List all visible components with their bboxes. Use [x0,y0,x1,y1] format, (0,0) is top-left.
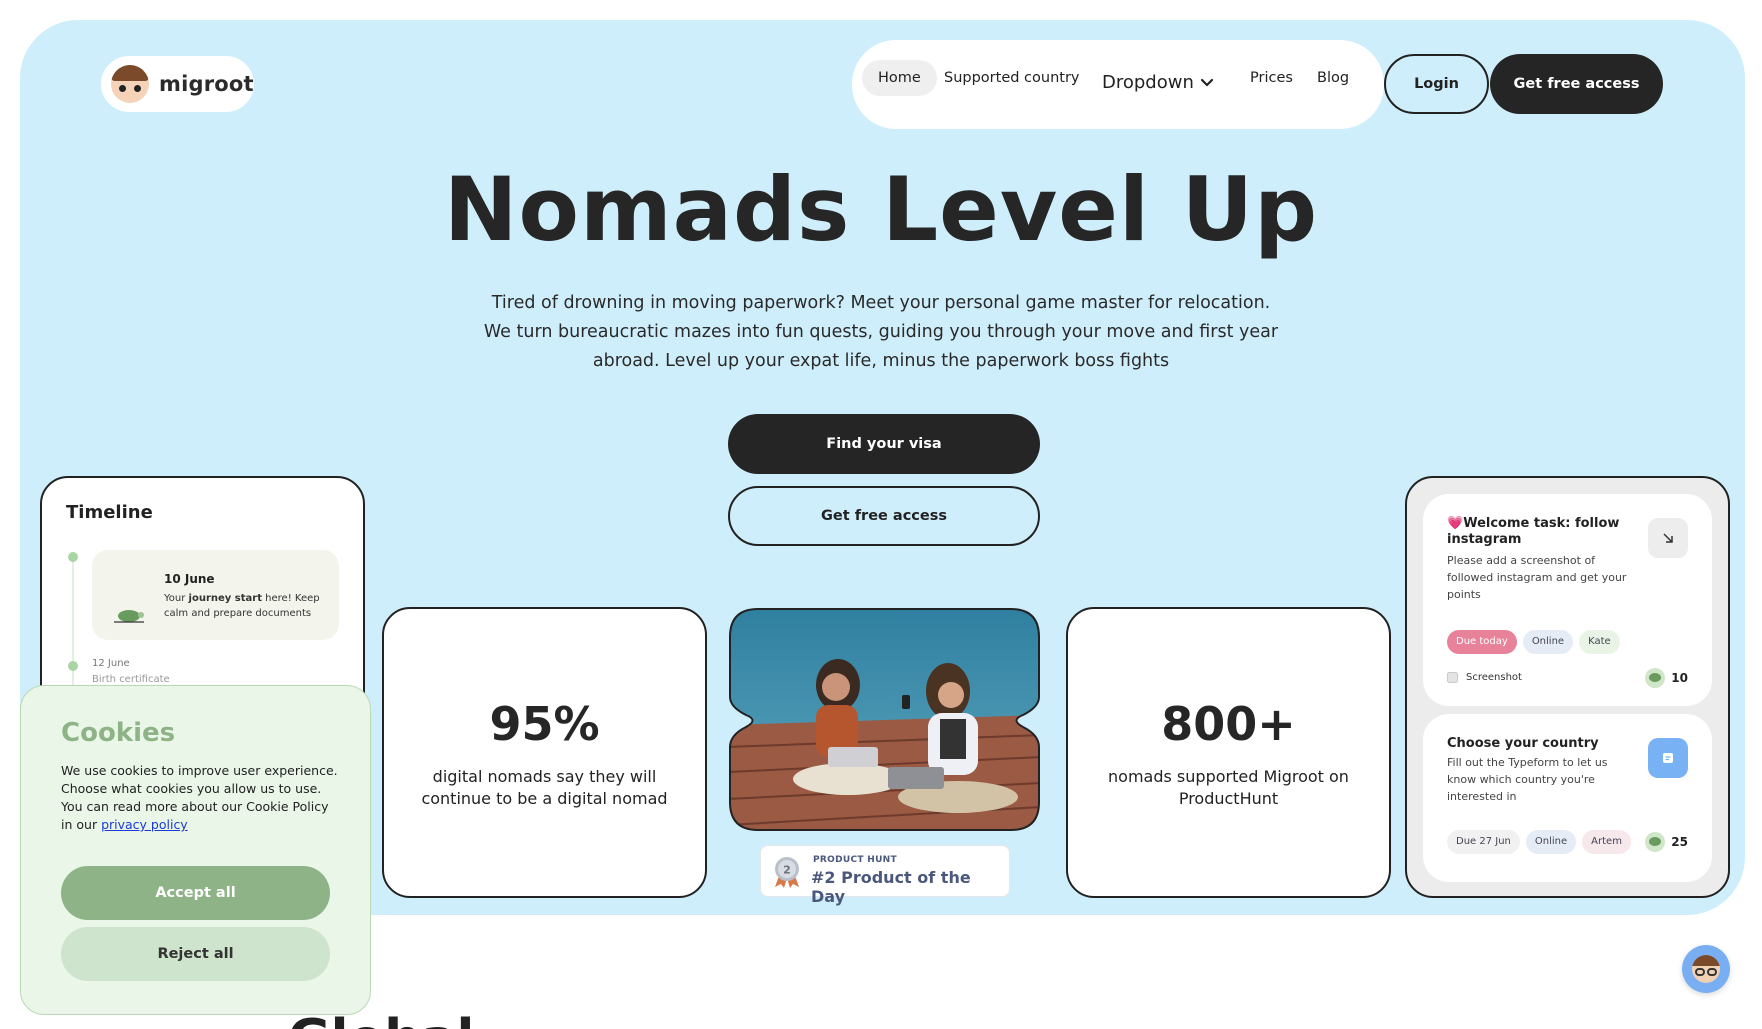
chat-support-button[interactable] [1682,945,1730,993]
stat-label: nomads supported Migroot on ProductHunt [1108,767,1349,808]
nav-supported-country[interactable]: Supported country [928,60,1096,96]
checkbox-icon [1447,672,1458,683]
timeline-dot [68,552,78,562]
mode-tag: Online [1522,630,1574,654]
turtle-icon [1645,668,1666,688]
form-icon[interactable] [1648,738,1688,778]
timeline-title: Timeline [66,502,153,523]
find-your-visa-button[interactable]: Find your visa [728,414,1040,474]
assignee-tag: Artem [1582,830,1631,854]
accept-all-button[interactable]: Accept all [61,866,330,920]
hero-subtitle: Tired of drowning in moving paperwork? M… [483,293,1279,371]
task-attachment: Screenshot [1447,672,1522,683]
arrow-down-right-icon[interactable] [1648,518,1688,558]
task-tags: Due today Online Kate [1447,630,1620,654]
nav-prices[interactable]: Prices [1234,60,1309,96]
hero-title: Nomads Level Up [443,158,1319,261]
timeline-entry-date: 12 June [92,658,130,669]
mascot-avatar-icon [1692,955,1720,983]
timeline-entry-date: 10 June [164,572,215,586]
stat-card: 800+ nomads supported Migroot on Product… [1066,607,1391,898]
brand-name: migroot [159,72,254,96]
nav-blog[interactable]: Blog [1301,60,1365,96]
timeline-dot [68,661,78,671]
medal-icon: 2 [775,857,799,888]
top-nav: Home Supported country Dropdown Prices B… [852,40,1384,129]
nav-dropdown-label: Dropdown [1102,72,1194,93]
timeline-entry-text: Your journey start here! Keep calm and p… [164,593,320,619]
stat-value: 95% [489,697,600,751]
task-title: Choose your country [1447,736,1599,751]
stat-value: 800+ [1161,697,1296,751]
login-button[interactable]: Login [1384,54,1489,114]
brand-logo[interactable]: migroot [101,56,254,112]
tasks-card: 💗Welcome task: follow instagram Please a… [1405,476,1730,898]
get-free-access-secondary-button[interactable]: Get free access [728,486,1040,546]
nav-dropdown[interactable]: Dropdown [1102,72,1214,93]
nav-home[interactable]: Home [862,60,937,96]
cookie-text: We use cookies to improve user experienc… [61,763,338,832]
points-value: 25 [1671,835,1688,849]
reject-all-button[interactable]: Reject all [61,927,330,981]
chevron-down-icon [1200,78,1213,87]
get-free-access-button[interactable]: Get free access [1490,54,1663,114]
due-tag: Due 27 Jun [1447,830,1520,854]
product-hunt-label: PRODUCT HUNT [813,855,897,865]
task-card[interactable]: 💗Welcome task: follow instagram Please a… [1423,494,1712,706]
task-points: 25 [1645,832,1688,852]
points-value: 10 [1671,671,1688,685]
stat-card: 95% digital nomads say they will continu… [382,607,707,898]
cookie-banner: Cookies We use cookies to improve user e… [20,685,371,1015]
timeline-entry[interactable]: 10 June Your journey start here! Keep ca… [92,550,339,640]
task-tags: Due 27 Jun Online Artem [1447,830,1631,854]
svg-text:2: 2 [783,864,791,877]
task-points: 10 [1645,668,1688,688]
cookie-title: Cookies [61,718,176,748]
product-hunt-badge[interactable]: 2 PRODUCT HUNT #2 Product of the Day [760,845,1010,906]
task-description: Please add a screenshot of followed inst… [1447,554,1627,601]
timeline-entry-text: Birth certificate [92,674,170,685]
turtle-illustration-icon [114,610,144,623]
attachment-label: Screenshot [1466,672,1522,683]
task-description: Fill out the Typeform to let us know whi… [1447,756,1608,803]
mode-tag: Online [1525,830,1577,854]
nomads-photo [729,608,1040,831]
due-tag: Due today [1447,630,1517,654]
logo-mascot-icon [111,65,149,103]
turtle-icon [1645,832,1666,852]
stat-label: digital nomads say they will continue to… [421,767,668,808]
privacy-policy-link[interactable]: privacy policy [101,817,188,832]
task-title: 💗Welcome task: follow instagram [1447,516,1620,547]
task-card[interactable]: Choose your country Fill out the Typefor… [1423,714,1712,882]
product-hunt-title: #2 Product of the Day [811,868,971,906]
assignee-tag: Kate [1579,630,1620,654]
